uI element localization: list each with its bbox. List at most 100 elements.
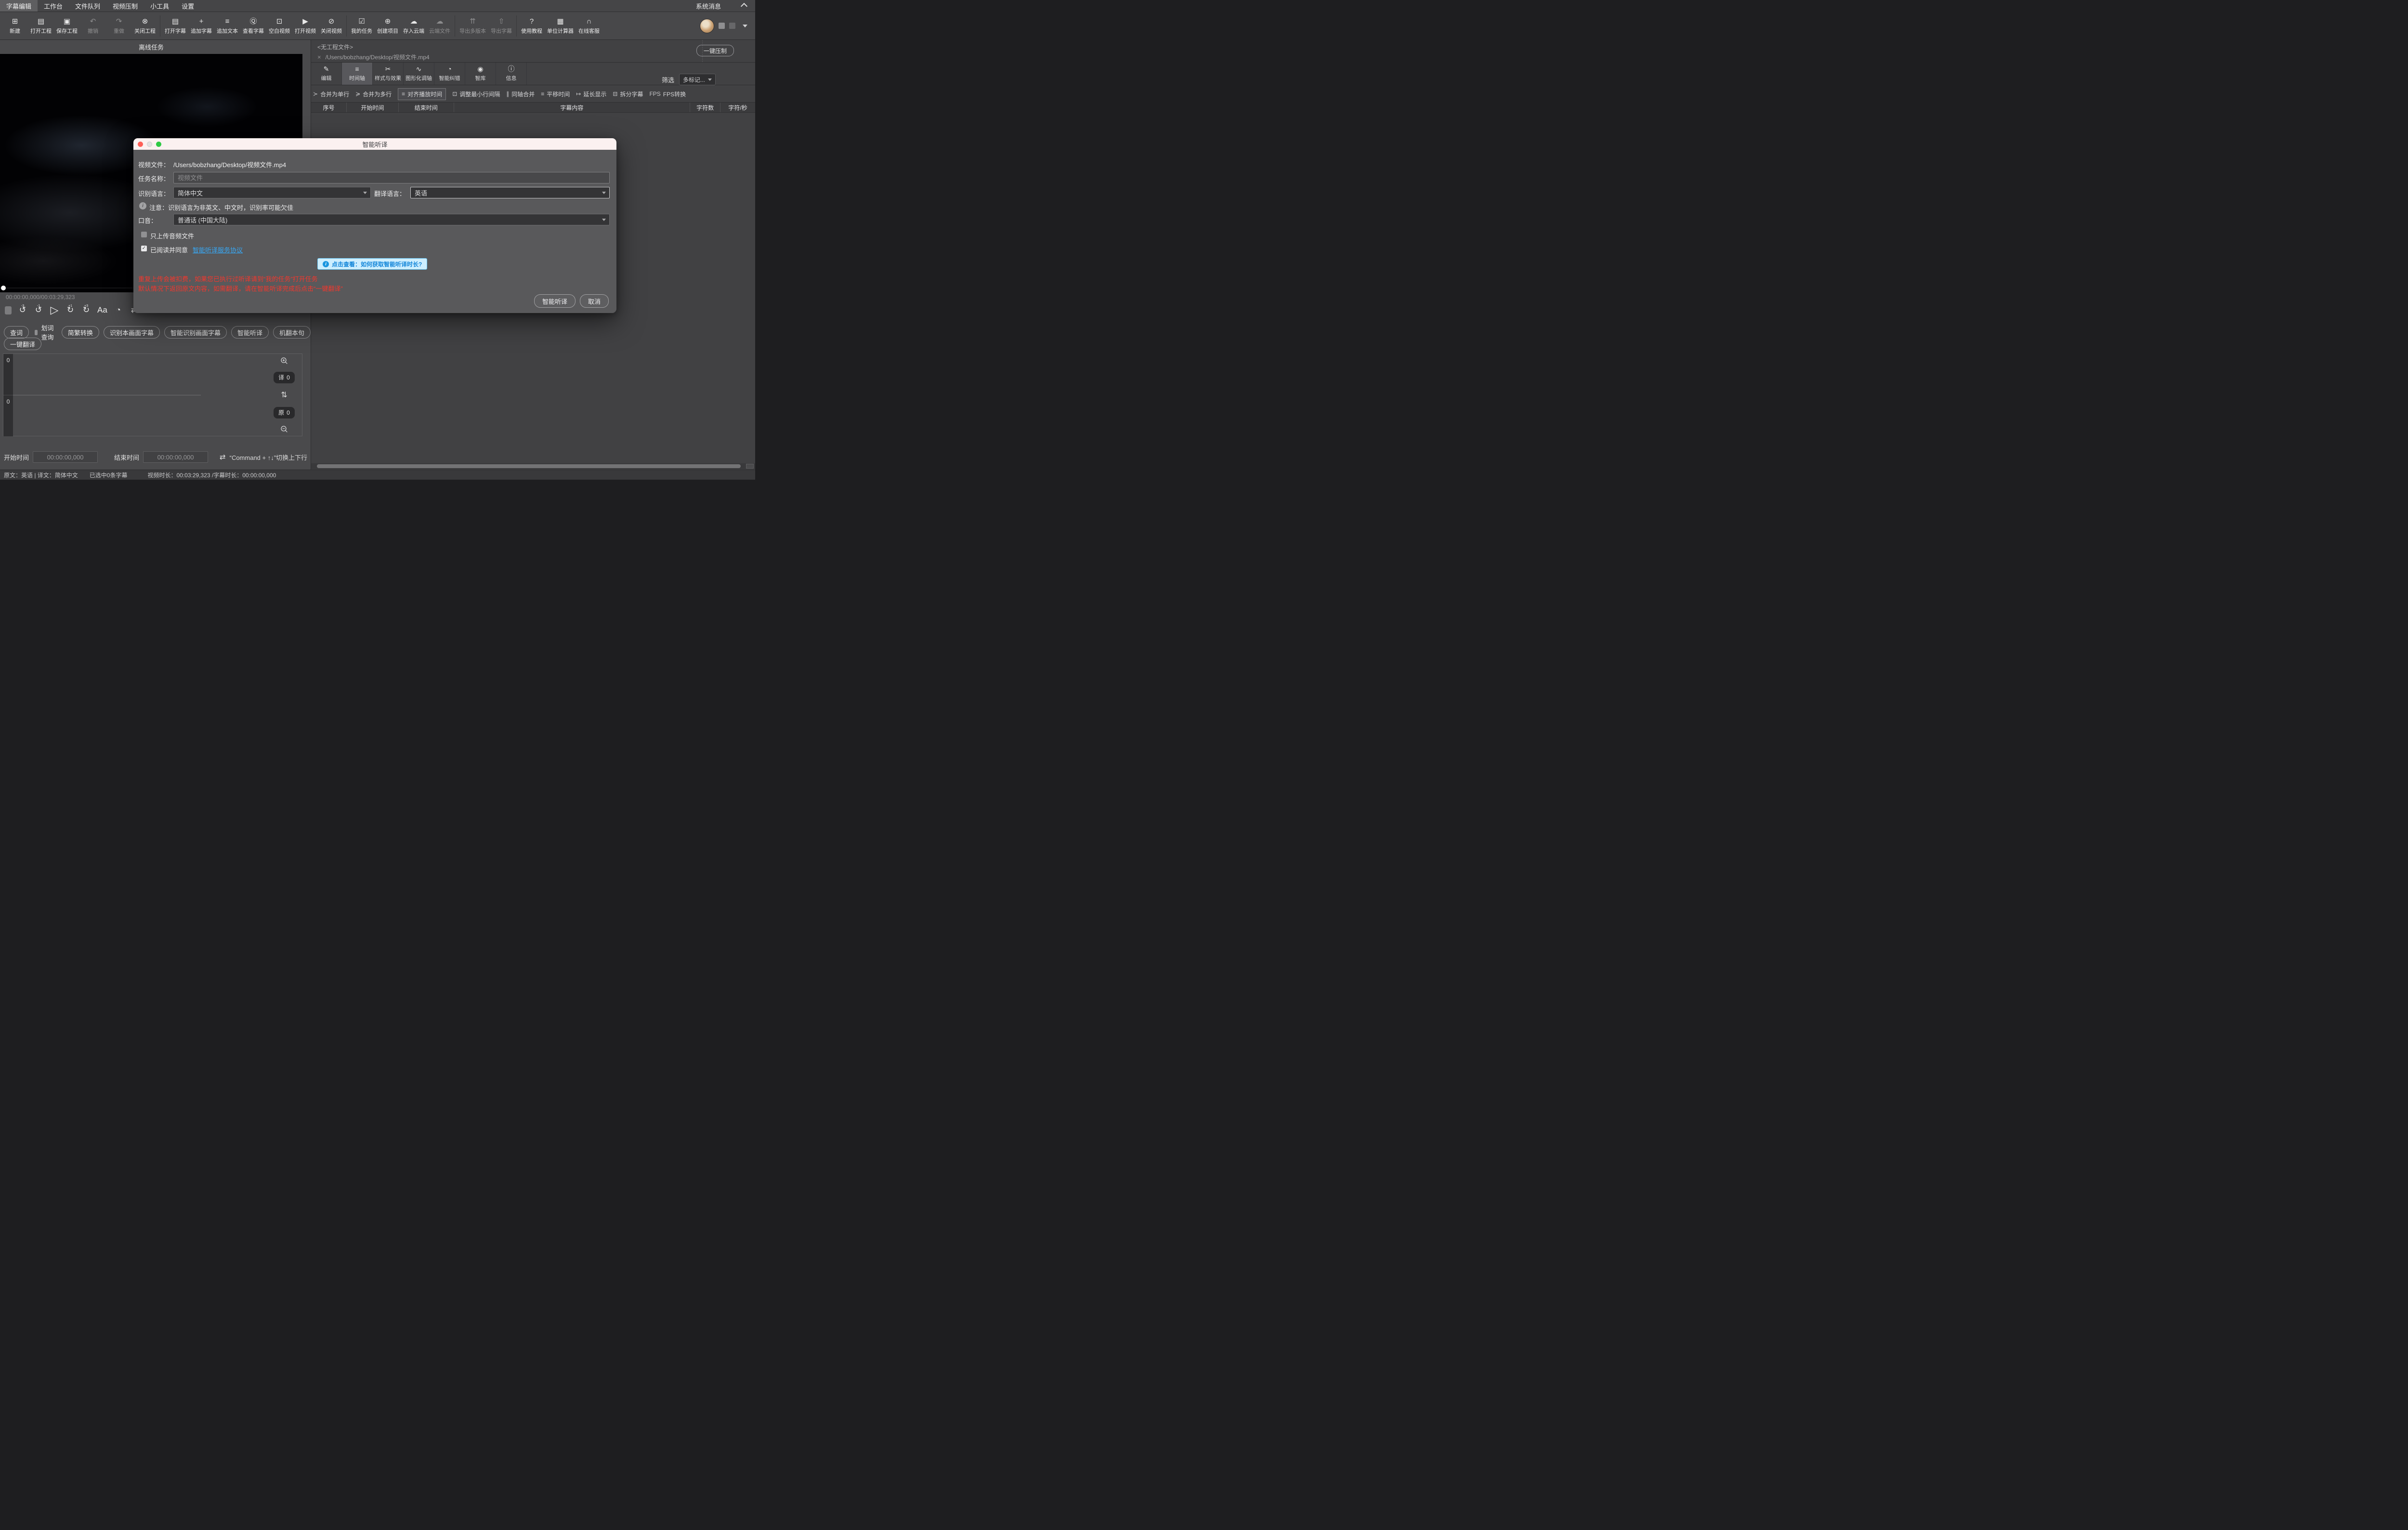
tab-timeline[interactable]: ≡ 时间轴	[342, 63, 373, 85]
seek-forward-3s-button[interactable]: ↻ +3	[81, 303, 91, 317]
tab-smart-correction[interactable]: ◔ 智能纠错	[434, 63, 465, 85]
tab-info[interactable]: ⓘ 信息	[496, 63, 527, 85]
online-support-button[interactable]: ∩ 在线客服	[576, 17, 602, 35]
font-size-button[interactable]: Aa	[97, 303, 107, 317]
zoom-window-button[interactable]	[156, 142, 161, 147]
service-agreement-link[interactable]: 智能听译服务协议	[193, 245, 243, 254]
unit-calculator-button[interactable]: ▦ 单位计算器	[545, 17, 576, 35]
export-versions-button[interactable]: ⇈ 导出多版本	[457, 17, 488, 35]
how-to-get-duration-banner[interactable]: i 点击查看：如何获取智能听译时长?	[317, 258, 428, 270]
swap-lines-icon[interactable]: ⇅	[281, 390, 287, 400]
seek-handle[interactable]	[1, 286, 6, 290]
smart-ocr-frames-button[interactable]: 智能识别画面字幕	[164, 326, 227, 339]
swap-rows-icon[interactable]: ⇄	[220, 453, 226, 461]
original-count-badge[interactable]: 原0	[274, 406, 295, 418]
export-subtitle-button[interactable]: ⇧ 导出字幕	[488, 17, 514, 35]
fps-convert-button[interactable]: FPS FPS转换	[649, 90, 686, 98]
user-avatar[interactable]	[700, 18, 714, 33]
open-subtitle-button[interactable]: ▤ 打开字幕	[162, 17, 188, 35]
agree-checkbox[interactable]: ✓	[141, 246, 147, 251]
audio-only-checkbox[interactable]	[141, 232, 147, 237]
cloud-files-button[interactable]: ☁ 云端文件	[427, 17, 453, 35]
file-tab[interactable]: × /Users/bobzhang/Desktop/视频文件.mp4	[317, 53, 430, 61]
open-video-button[interactable]: ▶ 打开视频	[292, 17, 318, 35]
audio-only-label[interactable]: 只上传音频文件	[150, 231, 194, 240]
close-file-icon[interactable]: ×	[317, 53, 321, 61]
close-project-button[interactable]: ⊗ 关闭工程	[132, 17, 158, 35]
folder-icon: ▤	[171, 17, 179, 26]
original-textarea[interactable]: 0	[3, 395, 302, 436]
create-project-button[interactable]: ⊕ 创建项目	[375, 17, 401, 35]
append-subtitle-button[interactable]: + 追加字幕	[188, 17, 214, 35]
tab-edit[interactable]: ✎ 编辑	[311, 63, 342, 85]
open-project-button[interactable]: ▤ 打开工程	[28, 17, 54, 35]
split-subtitle-button[interactable]: ⊟ 拆分字幕	[613, 90, 643, 98]
translated-count-badge[interactable]: 译0	[274, 371, 295, 383]
seek-back-1s-button[interactable]: ↺ -1	[34, 303, 43, 317]
accent-select[interactable]: 普通话 (中国大陆)	[173, 214, 610, 225]
menu-file-queue[interactable]: 文件队列	[69, 0, 106, 12]
account-caret-down-icon[interactable]	[743, 24, 747, 27]
horizontal-scrollbar[interactable]	[311, 463, 755, 469]
my-tasks-button[interactable]: ☑ 我的任务	[349, 17, 375, 35]
shift-time-button[interactable]: ≡ 平移时间	[541, 90, 570, 98]
task-name-input[interactable]	[173, 172, 610, 183]
one-click-translate-button[interactable]: 一键翻译	[4, 338, 42, 350]
tab-knowledge-base[interactable]: ◉ 智库	[465, 63, 496, 85]
merge-multi-line-button[interactable]: ≽ 合并为多行	[355, 90, 392, 98]
end-time-input[interactable]	[143, 451, 209, 463]
close-window-button[interactable]	[138, 142, 143, 147]
source-language-select[interactable]: 简体中文	[173, 187, 371, 198]
minimize-window-button[interactable]	[147, 142, 152, 147]
translation-textarea[interactable]: 0	[3, 354, 302, 395]
min-gap-button[interactable]: ⊡ 调整最小行间隔	[452, 90, 500, 98]
play-button[interactable]: ▷	[50, 303, 59, 317]
smart-transcribe-button[interactable]: 智能听译	[231, 326, 269, 339]
stop-button[interactable]	[5, 306, 12, 314]
undo-button[interactable]: ↶ 撤销	[80, 17, 106, 35]
dialog-title: 智能听译	[362, 141, 388, 148]
text-lines-icon: ≡	[225, 17, 230, 26]
tab-styles-effects[interactable]: ✂ 样式与效果	[373, 63, 404, 85]
close-video-button[interactable]: ⊘ 关闭视频	[318, 17, 344, 35]
menu-tools[interactable]: 小工具	[144, 0, 175, 12]
zoom-out-icon[interactable]	[280, 425, 288, 433]
blank-video-button[interactable]: ⊡ 空白视频	[266, 17, 292, 35]
start-time-input[interactable]	[33, 451, 98, 463]
target-language-select[interactable]: 英语	[410, 187, 610, 198]
clock-button[interactable]: ◔	[114, 303, 123, 317]
lookup-word-button[interactable]: 查词	[4, 326, 29, 339]
same-track-merge-button[interactable]: ∥ 同轴合并	[506, 90, 535, 98]
filter-select[interactable]: 多标记...	[679, 74, 716, 85]
machine-translate-line-button[interactable]: 机翻本句	[273, 326, 311, 339]
subtitle-table-header: 序号 开始时间 结束时间 字幕内容 字符数 字符/秒	[311, 102, 755, 113]
append-text-button[interactable]: ≡ 追加文本	[214, 17, 240, 35]
menu-workbench[interactable]: 工作台	[38, 0, 69, 12]
simplified-traditional-button[interactable]: 简繁转换	[61, 326, 99, 339]
align-playtime-button[interactable]: ≡ 对齐播放时间	[398, 88, 446, 100]
save-to-cloud-button[interactable]: ☁ 存入云端	[401, 17, 427, 35]
video-slash-icon: ⊘	[328, 17, 335, 26]
cancel-button[interactable]: 取消	[579, 294, 609, 308]
redo-button[interactable]: ↷ 重做	[106, 17, 132, 35]
chevron-up-icon[interactable]	[740, 2, 748, 10]
tutorial-button[interactable]: ? 使用教程	[519, 17, 545, 35]
menu-video-encode[interactable]: 视频压制	[106, 0, 144, 12]
save-project-button[interactable]: ▣ 保存工程	[54, 17, 80, 35]
menu-settings[interactable]: 设置	[175, 0, 200, 12]
extend-display-button[interactable]: ↦ 延长显示	[576, 90, 606, 98]
scrollbar-thumb[interactable]	[317, 464, 741, 468]
view-subtitle-button[interactable]: Ⓠ 查看字幕	[240, 17, 266, 35]
new-project-button[interactable]: ⊞ 新建	[2, 17, 28, 35]
one-click-encode-button[interactable]: 一键压制	[696, 45, 734, 56]
tab-graphic-timing[interactable]: ∿ 图形化调轴	[404, 63, 434, 85]
system-message-button[interactable]: 系统消息	[690, 0, 727, 12]
ocr-current-frame-button[interactable]: 识别本画面字幕	[103, 326, 160, 339]
confirm-transcribe-button[interactable]: 智能听译	[534, 294, 576, 308]
seek-forward-1s-button[interactable]: ↻ +1	[65, 303, 75, 317]
menu-subtitle-edit[interactable]: 字幕编辑	[0, 0, 38, 12]
checkbox-icon[interactable]	[35, 329, 38, 335]
seek-back-3s-button[interactable]: ↺ -3	[18, 303, 27, 317]
merge-single-line-button[interactable]: ≻ 合并为单行	[313, 90, 349, 98]
zoom-in-icon[interactable]	[280, 357, 288, 365]
